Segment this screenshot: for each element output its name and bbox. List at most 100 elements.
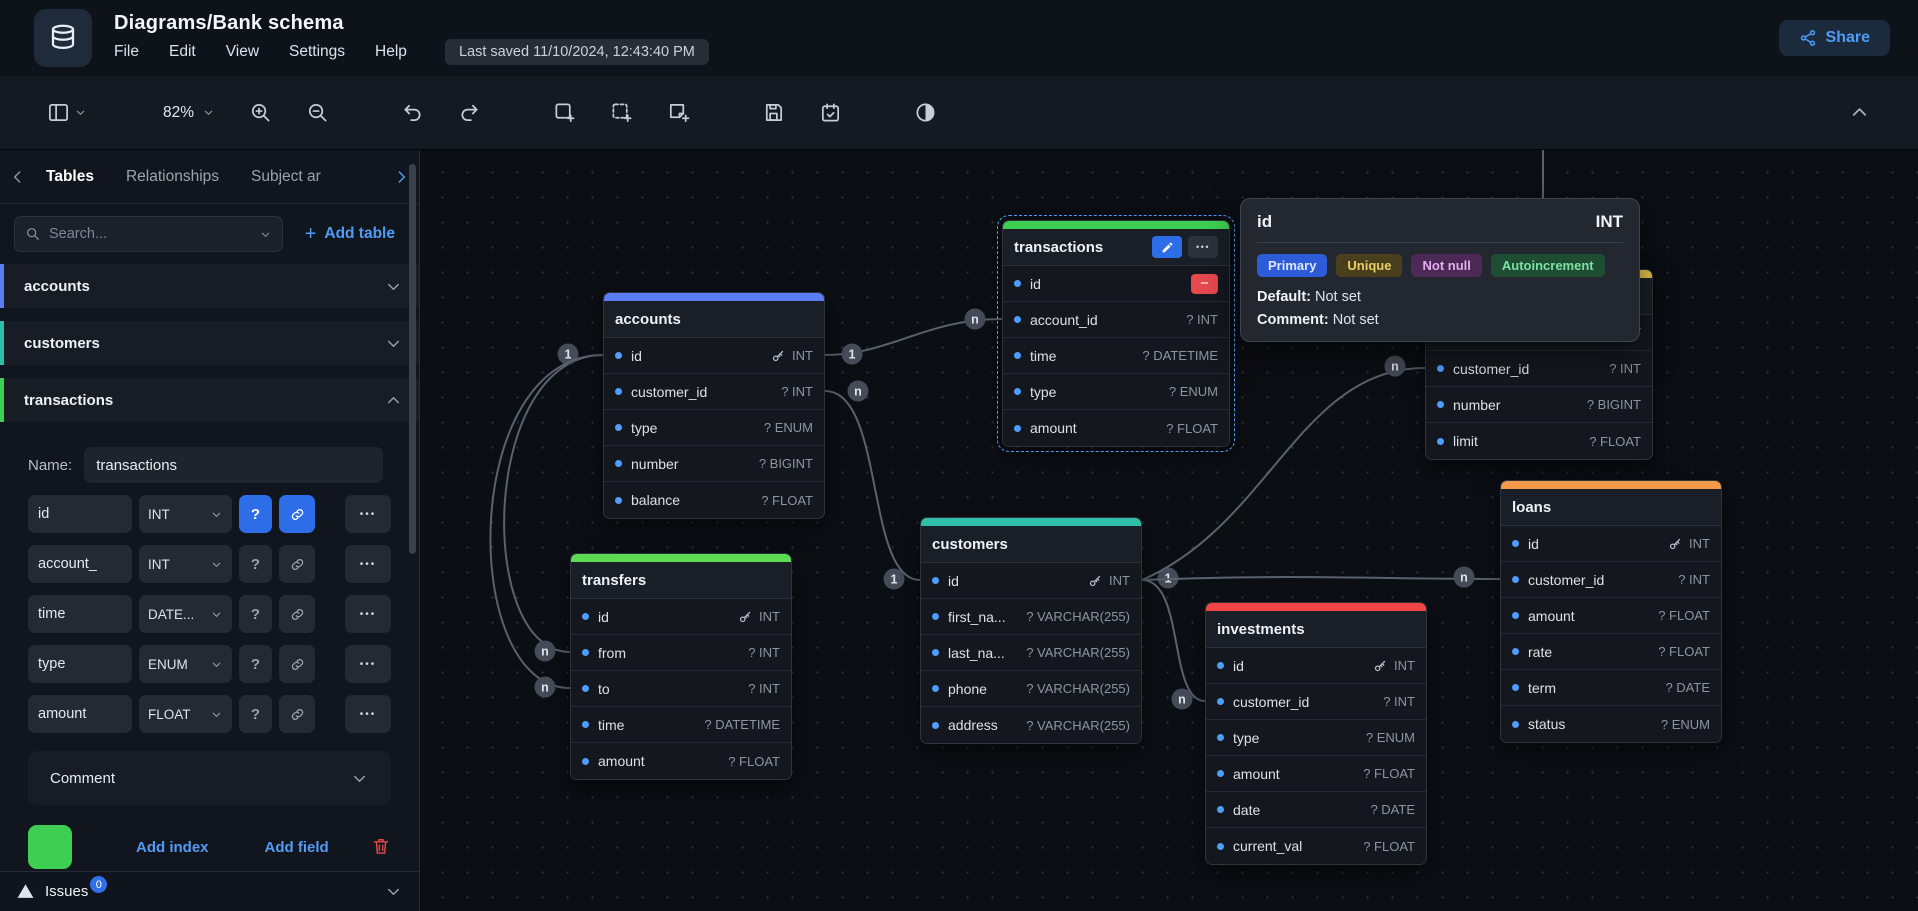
delete-field-button[interactable]: −: [1191, 274, 1218, 294]
table-field-row[interactable]: amount? FLOAT: [1206, 756, 1426, 792]
field-menu-button[interactable]: •••: [345, 545, 391, 583]
field-type-select[interactable]: ENUM: [139, 645, 232, 683]
menu-item-file[interactable]: File: [114, 43, 139, 61]
field-name-input[interactable]: [28, 645, 132, 683]
menu-item-help[interactable]: Help: [375, 43, 407, 61]
field-menu-button[interactable]: •••: [345, 495, 391, 533]
primary-key-toggle[interactable]: [279, 595, 315, 633]
nullable-toggle[interactable]: ?: [239, 645, 272, 683]
issues-bar[interactable]: Issues 0: [0, 871, 419, 911]
collapse-toolbar-button[interactable]: [1843, 96, 1876, 129]
table-field-row[interactable]: number? BIGINT: [604, 446, 824, 482]
sidebar-scrollbar[interactable]: [409, 164, 416, 554]
table-field-row[interactable]: current_val? FLOAT: [1206, 828, 1426, 864]
primary-key-toggle[interactable]: [279, 545, 315, 583]
table-field-row[interactable]: last_na...? VARCHAR(255): [921, 635, 1141, 671]
canvas-table-transactions[interactable]: transactions•••id−account_id? INTtime? D…: [1002, 220, 1230, 447]
nullable-toggle[interactable]: ?: [239, 695, 272, 733]
zoom-in-button[interactable]: [244, 96, 277, 129]
field-type-select[interactable]: DATE...: [139, 595, 232, 633]
primary-key-toggle[interactable]: [279, 695, 315, 733]
table-field-row[interactable]: id−: [1003, 266, 1229, 302]
tab-tables[interactable]: Tables: [32, 158, 108, 196]
add-table-sidebar-button[interactable]: + Add table: [295, 219, 405, 249]
table-field-row[interactable]: amount? FLOAT: [1003, 410, 1229, 446]
zoom-out-button[interactable]: [301, 96, 334, 129]
add-index-button[interactable]: Add index: [136, 839, 209, 856]
tab-relationships[interactable]: Relationships: [112, 158, 233, 196]
table-field-row[interactable]: amount? FLOAT: [571, 743, 791, 779]
sidebar-table-item-customers[interactable]: customers: [0, 321, 419, 365]
table-field-row[interactable]: type? ENUM: [604, 410, 824, 446]
delete-table-button[interactable]: [371, 836, 391, 859]
table-field-row[interactable]: address? VARCHAR(255): [921, 707, 1141, 743]
nullable-toggle[interactable]: ?: [239, 595, 272, 633]
table-header[interactable]: customers: [921, 526, 1141, 563]
primary-key-toggle[interactable]: [279, 495, 315, 533]
field-name-input[interactable]: [28, 695, 132, 733]
canvas-table-customers[interactable]: customersidINTfirst_na...? VARCHAR(255)l…: [920, 517, 1142, 744]
menu-item-edit[interactable]: Edit: [169, 43, 196, 61]
field-type-select[interactable]: INT: [139, 495, 232, 533]
sidebar-table-item-transactions[interactable]: transactions: [0, 378, 419, 422]
table-field-row[interactable]: limit? FLOAT: [1426, 423, 1652, 459]
tab-subject-areas[interactable]: Subject ar: [237, 158, 335, 196]
field-menu-button[interactable]: •••: [345, 595, 391, 633]
sidebar-table-item-accounts[interactable]: accounts: [0, 264, 419, 308]
table-field-row[interactable]: customer_id? INT: [604, 374, 824, 410]
theme-contrast-button[interactable]: [909, 96, 942, 129]
zoom-level-select[interactable]: 82%: [154, 99, 220, 127]
table-field-row[interactable]: rate? FLOAT: [1501, 634, 1721, 670]
tabs-scroll-left-icon[interactable]: [8, 167, 28, 187]
table-field-row[interactable]: to? INT: [571, 671, 791, 707]
table-field-row[interactable]: idINT: [1206, 648, 1426, 684]
table-field-row[interactable]: customer_id? INT: [1501, 562, 1721, 598]
search-box[interactable]: [14, 216, 283, 252]
primary-key-toggle[interactable]: [279, 645, 315, 683]
table-field-row[interactable]: term? DATE: [1501, 670, 1721, 706]
field-type-select[interactable]: FLOAT: [139, 695, 232, 733]
table-field-row[interactable]: time? DATETIME: [571, 707, 791, 743]
todo-button[interactable]: [814, 96, 847, 129]
table-field-row[interactable]: number? BIGINT: [1426, 387, 1652, 423]
table-header[interactable]: transfers: [571, 562, 791, 599]
field-menu-button[interactable]: •••: [345, 695, 391, 733]
table-field-row[interactable]: idINT: [604, 338, 824, 374]
layout-menu-button[interactable]: [42, 96, 92, 129]
table-header[interactable]: transactions•••: [1003, 229, 1229, 266]
table-header[interactable]: investments: [1206, 611, 1426, 648]
table-more-button[interactable]: •••: [1188, 236, 1218, 258]
field-name-input[interactable]: [28, 595, 132, 633]
table-field-row[interactable]: status? ENUM: [1501, 706, 1721, 742]
field-menu-button[interactable]: •••: [345, 645, 391, 683]
table-field-row[interactable]: type? ENUM: [1206, 720, 1426, 756]
add-field-button[interactable]: Add field: [265, 839, 329, 856]
canvas-table-investments[interactable]: investmentsidINTcustomer_id? INTtype? EN…: [1205, 602, 1427, 865]
table-field-row[interactable]: first_na...? VARCHAR(255): [921, 599, 1141, 635]
nullable-toggle[interactable]: ?: [239, 495, 272, 533]
share-button[interactable]: Share: [1779, 20, 1890, 56]
table-field-row[interactable]: customer_id? INT: [1426, 351, 1652, 387]
table-name-input[interactable]: [84, 447, 383, 483]
search-input[interactable]: [49, 226, 251, 242]
table-field-row[interactable]: time? DATETIME: [1003, 338, 1229, 374]
table-header[interactable]: accounts: [604, 301, 824, 338]
table-field-row[interactable]: balance? FLOAT: [604, 482, 824, 518]
add-note-button[interactable]: [662, 96, 695, 129]
redo-button[interactable]: [453, 96, 486, 129]
nullable-toggle[interactable]: ?: [239, 545, 272, 583]
menu-item-settings[interactable]: Settings: [289, 43, 345, 61]
table-field-row[interactable]: from? INT: [571, 635, 791, 671]
field-name-input[interactable]: [28, 545, 132, 583]
table-field-row[interactable]: amount? FLOAT: [1501, 598, 1721, 634]
field-type-select[interactable]: INT: [139, 545, 232, 583]
tabs-scroll-right-icon[interactable]: [391, 167, 411, 187]
table-field-row[interactable]: customer_id? INT: [1206, 684, 1426, 720]
table-field-row[interactable]: account_id? INT: [1003, 302, 1229, 338]
table-field-row[interactable]: idINT: [921, 563, 1141, 599]
add-area-button[interactable]: [605, 96, 638, 129]
diagram-canvas[interactable]: 1n1nn1n1nnn accountsidINTcustomer_id? IN…: [420, 150, 1918, 911]
table-field-row[interactable]: type? ENUM: [1003, 374, 1229, 410]
table-color-swatch[interactable]: [28, 825, 72, 869]
edit-table-button[interactable]: [1152, 236, 1182, 258]
